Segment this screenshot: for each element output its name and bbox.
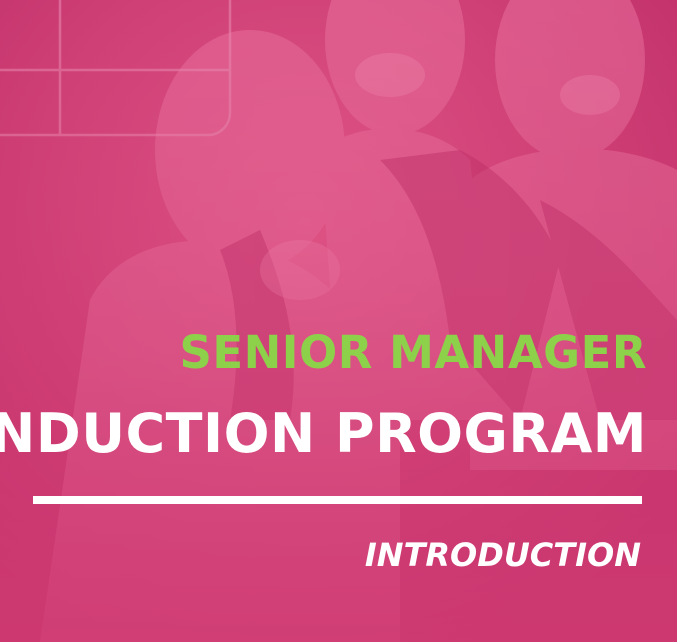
cover-slide: SENIOR MANAGER INDUCTION PROGRAM INTRODU… [0,0,677,642]
title-induction-program: INDUCTION PROGRAM [0,402,647,465]
title-senior-manager: SENIOR MANAGER [179,326,647,379]
title-divider [33,496,642,504]
subtitle-introduction: INTRODUCTION [364,536,641,574]
